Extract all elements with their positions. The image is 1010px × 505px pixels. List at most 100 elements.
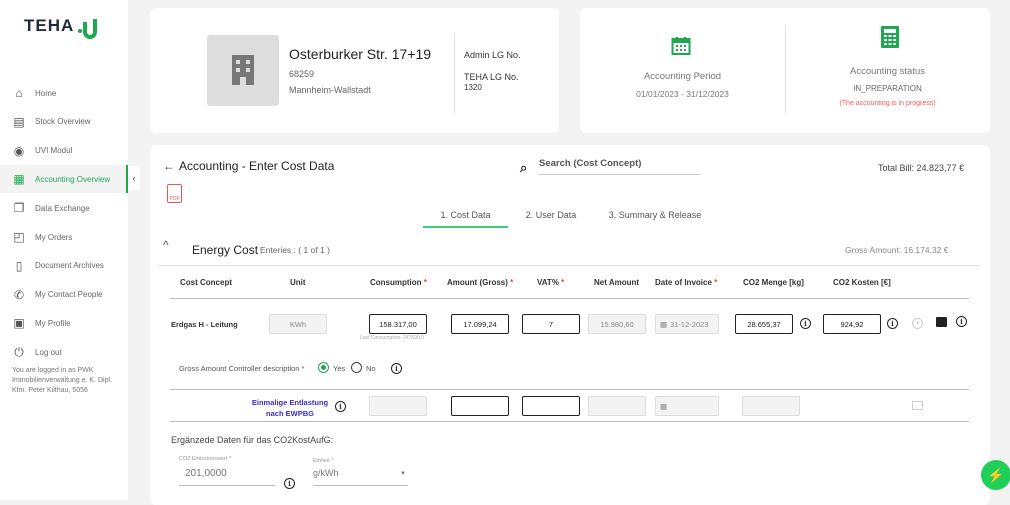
phone-icon: ✆ [13,287,25,302]
col-vat-label: VAT% [537,278,559,287]
collapse-sidebar-button[interactable]: ‹ [128,166,140,190]
unit-select[interactable]: g/kWh ▼ [313,468,408,486]
vat-input[interactable]: 7 [522,314,580,334]
info-icon[interactable]: i [335,401,346,412]
sidebar-item-my-profile[interactable]: ▣ My Profile [0,309,128,337]
sidebar-item-log-out[interactable]: ⏻ Log out [0,338,128,366]
divider [170,298,969,299]
unit-label: Einheit * [313,458,334,464]
relief-amount-input[interactable] [451,396,509,416]
collapse-section-icon[interactable]: ^ [163,238,169,252]
pdf-label: PDF [169,196,180,202]
gross-amount-label: Gross Amount: [845,245,902,255]
bag-icon: ◰ [13,230,25,244]
radio-no[interactable] [351,362,362,373]
date-invoice-input[interactable]: ▦ 31-12-2023 [655,314,719,334]
emission-label: CO2 Emissionswert * [179,456,231,462]
search-icon: ⌕ [520,160,528,175]
col-amount-label: Amount (Gross) [447,278,508,287]
col-amount-gross: Amount (Gross) * [447,278,513,287]
add-entry-icon[interactable]: + [912,318,923,329]
calculator-status-icon [881,26,899,48]
profile-icon: ▣ [13,316,25,331]
back-arrow-icon[interactable]: ← [163,159,175,173]
sidebar-item-label: My Orders [35,232,73,242]
comment-icon[interactable] [936,317,947,327]
gross-amount-value: 16.174,32 € [903,245,949,255]
gross-amount: Gross Amount: 16.174,32 € [845,245,949,255]
col-consumption-label: Consumption [370,278,422,287]
net-amount-field: 15.980,60 [588,314,646,334]
calendar-icon: ▦ [660,319,668,329]
info-icon[interactable]: i [391,363,402,374]
cost-concept-name: Erdgas H - Leitung [171,320,238,329]
info-icon[interactable]: i [284,478,295,489]
accounting-info-card: Accounting Period 01/01/2023 - 31/12/202… [580,8,990,133]
required-mark: * [714,278,718,287]
relief-link[interactable]: Einmalige Entlastung nach EWPBG [250,397,330,419]
radio-yes-label: Yes [333,364,346,373]
active-tab-indicator [423,226,508,228]
radio-no-label: No [366,364,376,373]
relief-consumption-field [369,396,427,416]
relief-net-field [588,396,646,416]
search-input[interactable]: Search (Cost Concept) [539,158,700,175]
sidebar-item-my-contact-people[interactable]: ✆ My Contact People [0,281,128,309]
admin-lg-label: Admin LG No. [464,50,521,60]
relief-vat-input[interactable] [522,396,580,416]
accounting-period-value: 01/01/2023 - 31/12/2023 [636,89,729,99]
tab-cost-data[interactable]: 1. Cost Data [423,210,508,220]
page-title: Accounting - Enter Cost Data [179,159,335,173]
col-cost-concept: Cost Concept [180,278,232,287]
info-icon[interactable]: i [887,318,898,329]
col-co2-kosten: CO2 Kosten [€] [833,278,891,287]
sidebar-item-label: My Contact People [35,290,103,300]
divider [170,389,969,390]
document-icon: ▯ [15,258,23,273]
radio-yes[interactable] [318,362,329,373]
tab-summary-release[interactable]: 3. Summary & Release [600,210,710,220]
required-mark: * [423,278,427,287]
total-bill-label: Total Bill: [878,163,915,173]
relief-co2-field [742,396,800,416]
sidebar-item-uvi-modul[interactable]: ◉ UVI Modul [0,137,128,165]
comment-icon[interactable] [912,401,923,410]
property-zip: 68259 [289,69,315,79]
required-mark: * [561,278,565,287]
unit-select-value: g/kWh [313,468,339,478]
sidebar-item-document-archives[interactable]: ▯ Document Archives [0,252,128,280]
sidebar-item-label: Document Archives [35,261,104,271]
relief-date-input[interactable]: ▦ [655,396,719,416]
sidebar-item-accounting-overview[interactable]: ▦ Accounting Overview [0,165,128,194]
quick-action-button[interactable]: ⚡ [981,460,1010,490]
col-date-label: Date of Invoice [655,278,712,287]
calendar-icon [671,37,691,55]
info-icon[interactable]: i [956,316,967,327]
info-icon[interactable]: i [800,318,811,329]
tab-user-data[interactable]: 2. User Data [520,210,582,220]
pdf-icon[interactable]: PDF [167,184,182,203]
consumption-input[interactable]: 158.317,00 [369,314,427,334]
amount-gross-input[interactable]: 17.099,24 [451,314,509,334]
calculator-icon: ▦ [13,172,25,187]
col-date-invoice: Date of Invoice * [655,278,717,287]
property-city: Mannheim-Wallstadt [289,85,371,95]
sidebar-item-my-orders[interactable]: ◰ My Orders [0,223,128,251]
co2-kosten-input[interactable]: 924,92 [823,314,881,334]
col-net-amount: Net Amount [594,278,640,287]
col-vat: VAT% * [537,278,564,287]
uvi-icon: ◉ [13,143,25,158]
sidebar-item-stock-overview[interactable]: ▤ Stock Overview [0,108,128,136]
accounting-status-value: IN_PREPARATION [853,84,922,93]
divider [454,33,455,113]
lightning-icon: ⚡ [987,466,1005,483]
co2-menge-input[interactable]: 28.655,37 [735,314,793,334]
teha-lg-label: TEHA LG No. [464,72,519,82]
sidebar-item-home[interactable]: ⌂ Home [0,79,128,107]
sidebar-item-data-exchange[interactable]: ❐ Data Exchange [0,194,128,222]
emission-input[interactable]: 201,0000 [179,466,275,486]
sidebar-item-label: Log out [35,347,62,357]
logo: TEHA [24,16,75,35]
section-title: Energy Cost [192,243,259,257]
date-value: 31-12-2023 [670,319,709,329]
